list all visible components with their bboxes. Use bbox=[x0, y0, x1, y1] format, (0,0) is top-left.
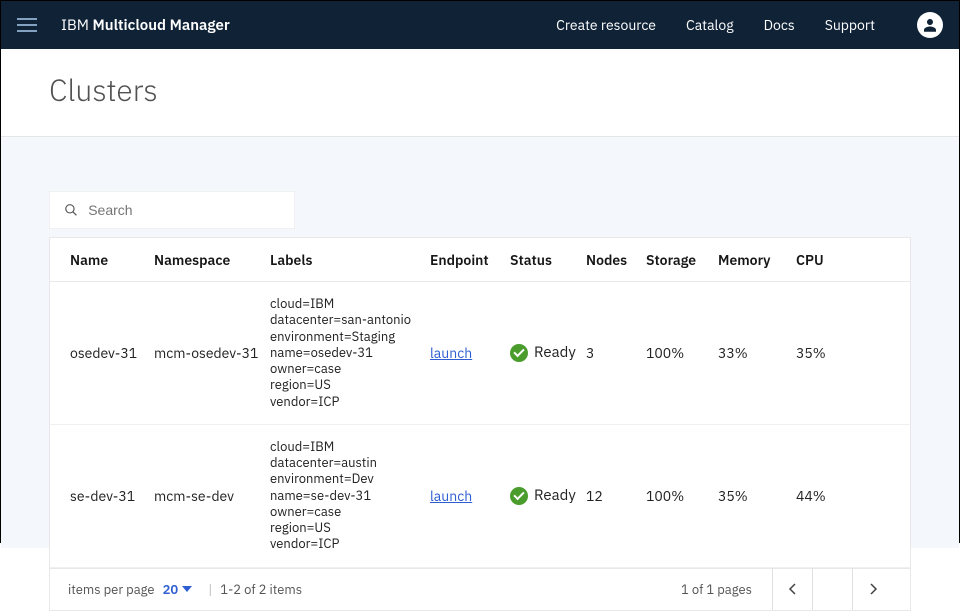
items-per-page-label: items per page bbox=[68, 581, 155, 598]
brand-main: Multicloud Manager bbox=[93, 16, 230, 35]
search-input[interactable] bbox=[88, 202, 280, 218]
cell-status: Ready bbox=[510, 486, 586, 505]
divider: | bbox=[208, 581, 212, 598]
cell-labels: cloud=IBM datacenter=san-antonio environ… bbox=[270, 296, 430, 410]
prev-page-button[interactable] bbox=[772, 568, 812, 610]
col-storage: Storage bbox=[646, 251, 718, 269]
col-name: Name bbox=[70, 251, 154, 269]
pagination-bar: items per page 20 | 1-2 of 2 items 1 of … bbox=[50, 568, 910, 610]
header-nav: Create resource Catalog Docs Support bbox=[556, 12, 943, 38]
cell-namespace: mcm-se-dev bbox=[154, 487, 270, 505]
cell-namespace: mcm-osedev-31 bbox=[154, 344, 270, 362]
caret-down-icon[interactable] bbox=[182, 586, 192, 592]
search-icon bbox=[64, 202, 78, 218]
cell-name: osedev-31 bbox=[70, 344, 154, 362]
search-box[interactable] bbox=[49, 191, 295, 229]
col-status: Status bbox=[510, 251, 586, 269]
col-endpoint: Endpoint bbox=[430, 251, 510, 269]
chevron-right-icon bbox=[868, 582, 878, 596]
chevron-left-icon bbox=[788, 582, 798, 596]
table-row: osedev-31 mcm-osedev-31 cloud=IBM datace… bbox=[50, 282, 910, 425]
endpoint-launch-link[interactable]: launch bbox=[430, 344, 472, 362]
hamburger-menu-icon[interactable] bbox=[17, 18, 37, 32]
cell-storage: 100% bbox=[646, 487, 718, 505]
table-row: se-dev-31 mcm-se-dev cloud=IBM datacente… bbox=[50, 425, 910, 568]
cell-labels: cloud=IBM datacenter=austin environment=… bbox=[270, 439, 430, 553]
clusters-table: Name Namespace Labels Endpoint Status No… bbox=[49, 237, 911, 611]
page-of-pages: 1 of 1 pages bbox=[681, 581, 752, 598]
user-avatar-icon[interactable] bbox=[917, 12, 943, 38]
cell-memory: 33% bbox=[718, 344, 796, 362]
brand-title: IBM Multicloud Manager bbox=[61, 16, 230, 35]
status-text: Ready bbox=[534, 343, 576, 362]
col-cpu: CPU bbox=[796, 251, 866, 269]
status-ok-icon bbox=[510, 487, 528, 505]
cell-storage: 100% bbox=[646, 344, 718, 362]
nav-support[interactable]: Support bbox=[825, 16, 875, 34]
page-title: Clusters bbox=[49, 71, 911, 110]
app-header: IBM Multicloud Manager Create resource C… bbox=[1, 1, 959, 49]
endpoint-launch-link[interactable]: launch bbox=[430, 487, 472, 505]
cell-nodes: 12 bbox=[586, 487, 646, 505]
cell-memory: 35% bbox=[718, 487, 796, 505]
page-number-slot bbox=[812, 568, 852, 610]
col-memory: Memory bbox=[718, 251, 796, 269]
status-ok-icon bbox=[510, 344, 528, 362]
page-title-area: Clusters bbox=[1, 49, 959, 137]
cell-nodes: 3 bbox=[586, 344, 646, 362]
table-header: Name Namespace Labels Endpoint Status No… bbox=[50, 238, 910, 282]
range-text: 1-2 of 2 items bbox=[220, 581, 302, 598]
col-nodes: Nodes bbox=[586, 251, 646, 269]
status-text: Ready bbox=[534, 486, 576, 505]
nav-create-resource[interactable]: Create resource bbox=[556, 16, 656, 34]
col-namespace: Namespace bbox=[154, 251, 270, 269]
cell-status: Ready bbox=[510, 343, 586, 362]
brand-prefix: IBM bbox=[61, 16, 93, 35]
cell-cpu: 35% bbox=[796, 344, 866, 362]
items-per-page-value[interactable]: 20 bbox=[163, 581, 179, 598]
nav-catalog[interactable]: Catalog bbox=[686, 16, 734, 34]
cell-cpu: 44% bbox=[796, 487, 866, 505]
cell-name: se-dev-31 bbox=[70, 487, 154, 505]
content-area: Name Namespace Labels Endpoint Status No… bbox=[1, 137, 959, 548]
next-page-button[interactable] bbox=[852, 568, 892, 610]
nav-docs[interactable]: Docs bbox=[764, 16, 795, 34]
col-labels: Labels bbox=[270, 251, 430, 269]
